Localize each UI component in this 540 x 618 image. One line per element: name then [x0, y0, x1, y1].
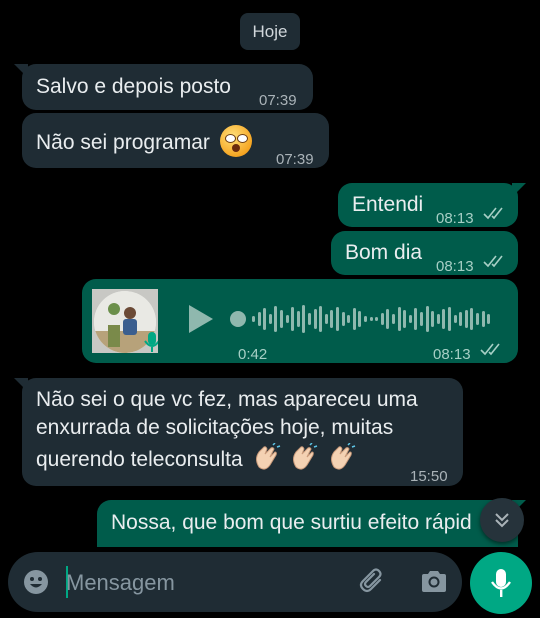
emoji-icon[interactable]: [22, 568, 50, 596]
message-text-row: Não sei programar: [36, 125, 252, 157]
flushed-face-icon: [219, 125, 252, 157]
message-bubble-outgoing[interactable]: Entendi 08:13: [338, 183, 526, 227]
waveform-bar: [392, 314, 395, 324]
microphone-icon: [144, 332, 158, 352]
scroll-to-bottom-button[interactable]: [480, 498, 524, 542]
message-line: enxurrada de solicitações hoje, muitas: [36, 416, 394, 439]
read-ticks-icon: [480, 343, 500, 356]
waveform-bar: [420, 312, 423, 326]
message-text: Não sei programar: [36, 131, 210, 154]
waveform-bar: [453, 315, 457, 323]
date-chip: Hoje: [240, 13, 300, 50]
waveform-bar: [481, 311, 485, 327]
waveform-bar: [319, 306, 323, 332]
camera-icon[interactable]: [419, 569, 449, 595]
waveform-bar: [436, 314, 440, 324]
clapping-hands-icon: [293, 443, 318, 470]
voice-message-bubble[interactable]: 0:42 08:13: [82, 279, 518, 363]
read-ticks-icon: [483, 207, 503, 220]
waveform-bar: [257, 312, 261, 326]
waveform-bar: [263, 308, 267, 330]
waveform-bar: [442, 309, 446, 329]
waveform-bar: [364, 316, 367, 322]
waveform-bar: [408, 315, 412, 323]
message-time: 07:39: [259, 92, 297, 109]
waveform-bar: [380, 313, 384, 325]
waveform-bar: [274, 306, 278, 332]
voice-record-button[interactable]: [470, 552, 532, 614]
waveform-bar: [347, 315, 351, 323]
waveform-bar: [296, 311, 300, 327]
waveform-bar: [459, 312, 463, 326]
read-ticks-icon: [483, 255, 503, 268]
waveform-bar: [252, 316, 255, 322]
waveform-bar: [397, 307, 401, 331]
waveform-bar: [352, 308, 356, 330]
waveform-bar: [425, 306, 429, 332]
message-bubble-outgoing[interactable]: Nossa, que bom que surtiu efeito rápid: [97, 500, 526, 547]
chevron-double-down-icon: [495, 513, 509, 528]
message-text: Nossa, que bom que surtiu efeito rápid: [111, 511, 472, 534]
message-text: Entendi: [352, 193, 424, 216]
waveform-bar: [470, 308, 474, 330]
voice-duration: 0:42: [238, 346, 268, 363]
message-time: 07:39: [276, 151, 314, 168]
waveform-bar: [285, 315, 289, 323]
waveform-bar: [369, 317, 373, 321]
message-time: 15:50: [410, 468, 448, 485]
clapping-hands-icon: [331, 443, 356, 470]
message-time: 08:13: [436, 210, 474, 227]
clapping-hands-icon: [255, 443, 280, 470]
sender-avatar: [92, 289, 158, 353]
message-time: 08:13: [433, 346, 471, 363]
waveform-bar: [302, 305, 306, 333]
waveform-bar: [268, 314, 272, 324]
message-line: querendo teleconsulta: [36, 448, 243, 471]
message-composer[interactable]: Mensagem: [8, 552, 462, 612]
waveform-bar: [448, 307, 451, 331]
waveform-bar: [324, 314, 328, 324]
waveform-bar: [341, 312, 345, 326]
waveform-bar: [336, 307, 339, 331]
waveform-bar: [431, 311, 435, 327]
waveform-bar: [330, 310, 334, 328]
waveform-bar: [414, 308, 418, 330]
waveform-bar: [386, 309, 390, 329]
message-bubble-outgoing[interactable]: Bom dia 08:13: [331, 231, 518, 275]
message-line: Não sei o que vc fez, mas apareceu uma: [36, 388, 418, 411]
waveform-bar: [308, 313, 311, 325]
waveform-bar: [375, 317, 379, 321]
message-bubble-incoming[interactable]: Não sei programar 07:39: [22, 113, 329, 168]
waveform-bar: [313, 309, 317, 329]
waveform[interactable]: [230, 299, 500, 339]
message-text: Salvo e depois posto: [36, 75, 231, 98]
message-bubble-incoming[interactable]: Não sei o que vc fez, mas apareceu uma e…: [14, 378, 463, 486]
microphone-icon: [491, 569, 511, 597]
attach-icon[interactable]: [358, 567, 388, 597]
play-icon[interactable]: [187, 303, 215, 335]
waveform-bar: [280, 310, 283, 328]
message-text: Bom dia: [345, 241, 423, 264]
waveform-bar: [476, 313, 479, 325]
waveform-scrubber[interactable]: [230, 311, 246, 327]
message-time: 08:13: [436, 258, 474, 275]
message-input[interactable]: Mensagem: [66, 570, 175, 596]
waveform-bar: [487, 314, 491, 324]
waveform-bar: [358, 311, 362, 327]
waveform-bar: [403, 310, 407, 328]
message-line-row: querendo teleconsulta: [36, 443, 356, 474]
message-bubble-incoming[interactable]: Salvo e depois posto 07:39: [14, 64, 313, 110]
waveform-bar: [291, 307, 295, 331]
waveform-bar: [464, 310, 468, 328]
